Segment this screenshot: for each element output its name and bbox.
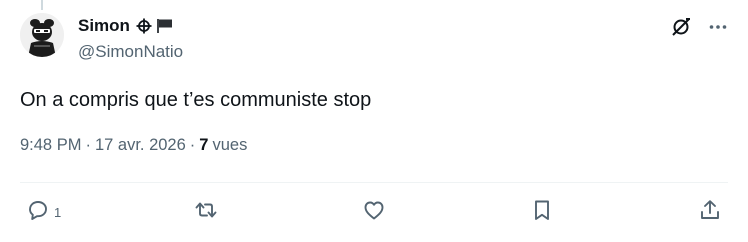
retweet-icon bbox=[194, 198, 218, 227]
retweet-button[interactable] bbox=[194, 198, 218, 227]
divider bbox=[20, 182, 728, 183]
top-actions bbox=[670, 16, 728, 38]
avatar-image bbox=[20, 13, 64, 57]
crosshair-icon bbox=[136, 18, 152, 34]
tweet-meta: 9:48 PM · 17 avr. 2026 · 7 vues bbox=[20, 136, 247, 155]
more-icon[interactable] bbox=[708, 17, 728, 37]
grok-icon[interactable] bbox=[670, 16, 692, 38]
bookmark-button[interactable] bbox=[530, 198, 554, 227]
author-handle[interactable]: @SimonNatio bbox=[78, 42, 183, 62]
flag-icon bbox=[156, 18, 174, 34]
reply-count: 1 bbox=[54, 205, 62, 220]
display-name[interactable]: Simon bbox=[78, 16, 130, 36]
tweet-text: On a compris que t’es communiste stop bbox=[20, 89, 372, 111]
reply-button[interactable]: 1 bbox=[26, 198, 61, 227]
meta-separator: · bbox=[189, 136, 196, 154]
tweet-time[interactable]: 9:48 PM bbox=[20, 136, 81, 155]
author-name-row: Simon bbox=[78, 15, 174, 37]
views-label: vues bbox=[212, 136, 248, 154]
avatar[interactable] bbox=[20, 13, 64, 57]
thread-connector-line bbox=[41, 0, 43, 10]
meta-separator: · bbox=[85, 136, 91, 154]
views-count: 7 bbox=[199, 136, 209, 154]
reply-icon bbox=[26, 198, 50, 227]
like-button[interactable] bbox=[362, 198, 386, 227]
share-icon bbox=[698, 198, 722, 227]
share-button[interactable] bbox=[698, 198, 722, 227]
tweet-date[interactable]: 17 avr. 2026 bbox=[95, 136, 186, 155]
like-icon bbox=[362, 198, 386, 227]
bookmark-icon bbox=[530, 198, 554, 227]
